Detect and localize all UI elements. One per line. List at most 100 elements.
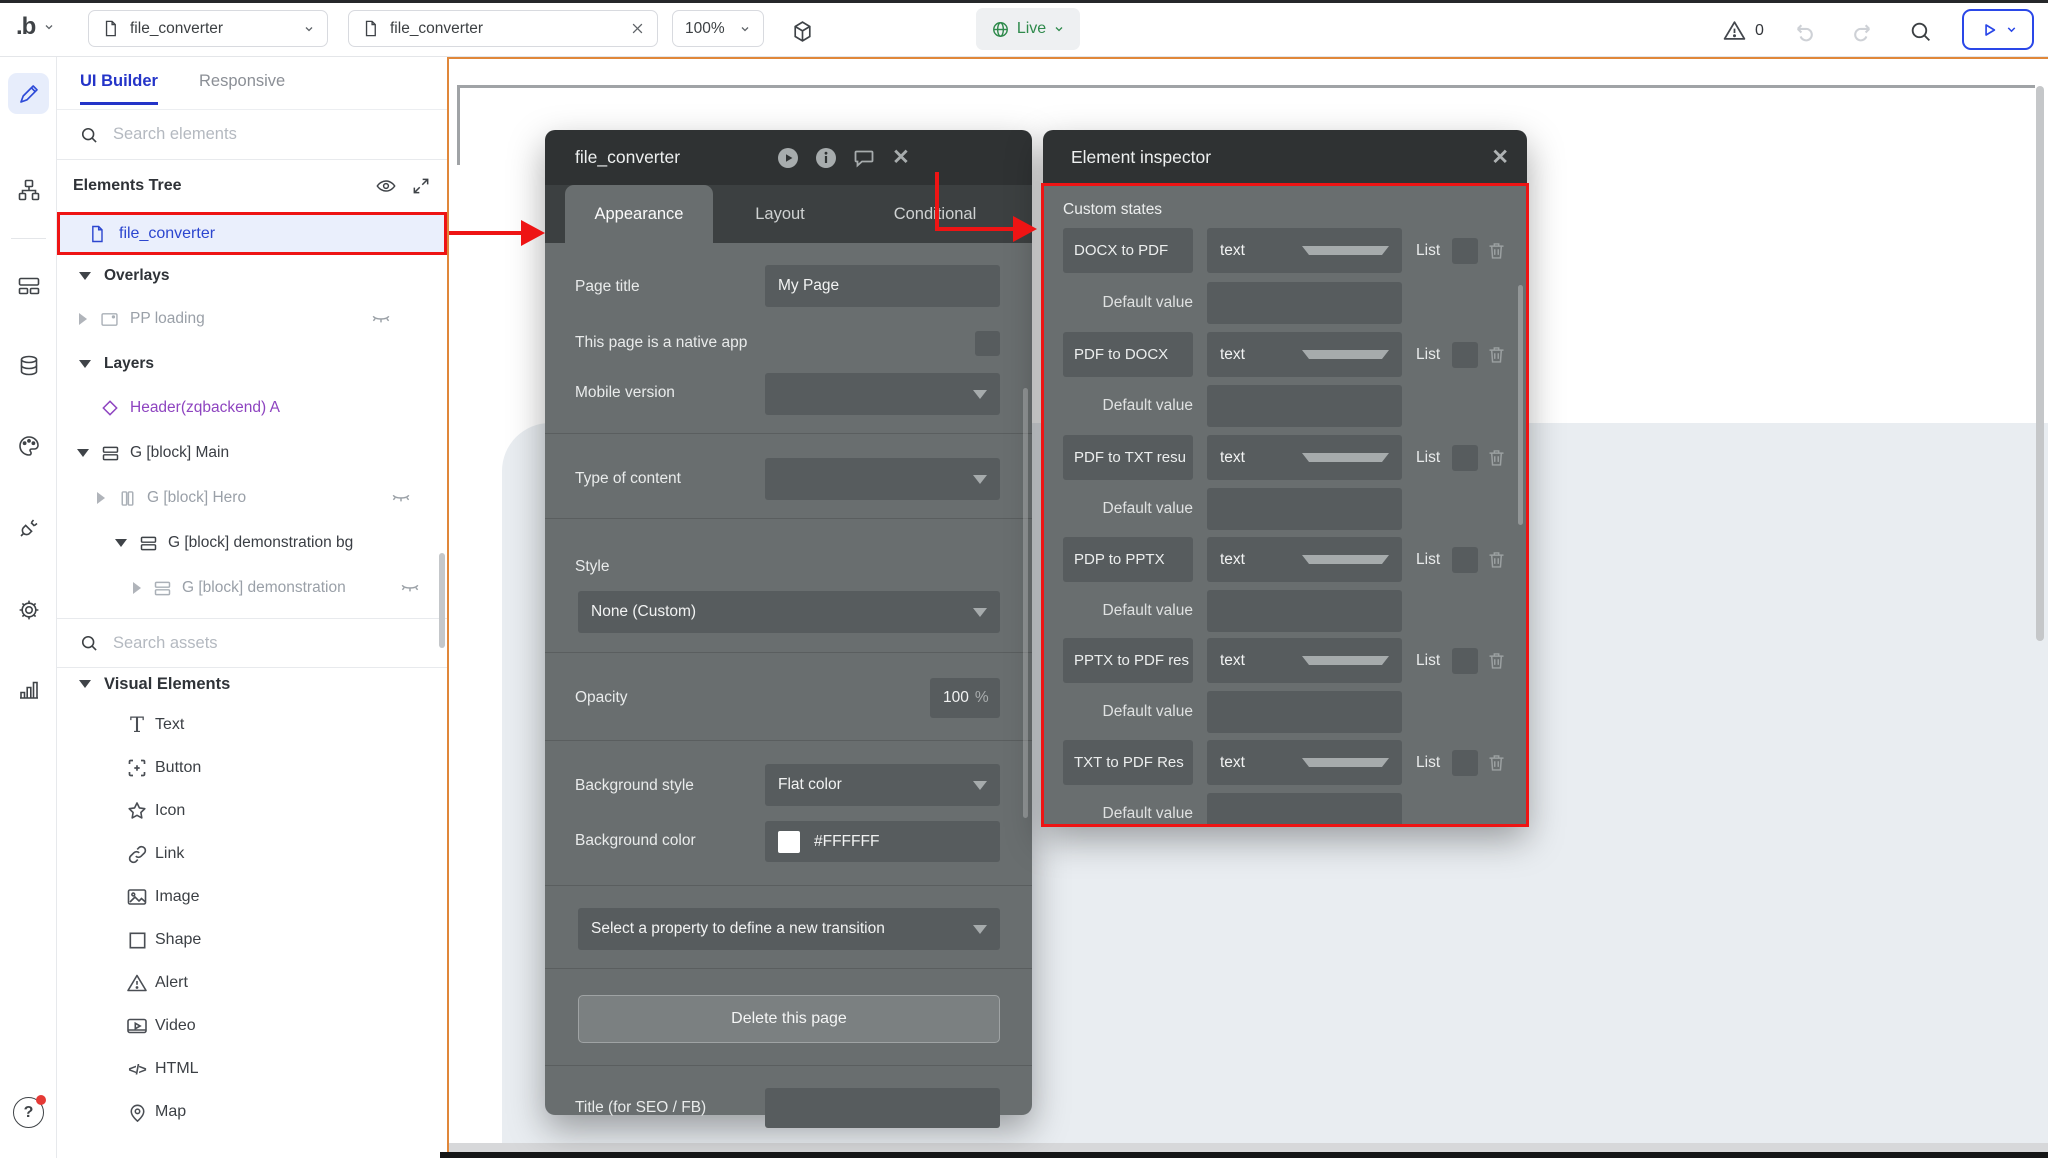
element-inspector-scrollbar[interactable] <box>1518 285 1523 525</box>
trash-icon[interactable] <box>1486 650 1507 671</box>
undo-button[interactable] <box>1792 19 1817 44</box>
mobile-version-select[interactable] <box>765 373 1000 415</box>
tree-item-block-demonstration-bg[interactable]: G [block] demonstration bg <box>115 525 353 561</box>
tab-responsive[interactable]: Responsive <box>199 72 285 91</box>
state-type-select[interactable]: text <box>1207 435 1402 480</box>
default-value-input[interactable] <box>1207 590 1402 632</box>
caret-right-icon[interactable] <box>133 582 141 594</box>
default-value-input[interactable] <box>1207 385 1402 427</box>
logs-tab-button[interactable] <box>8 669 49 710</box>
trash-icon[interactable] <box>1486 549 1507 570</box>
asset-item-shape[interactable]: Shape <box>57 920 447 960</box>
search-button[interactable] <box>1908 19 1933 44</box>
asset-item-video[interactable]: Video <box>57 1006 447 1046</box>
trash-icon[interactable] <box>1486 344 1507 365</box>
background-color-input[interactable]: #FFFFFF <box>765 821 1000 862</box>
plugins-tab-button[interactable] <box>8 507 49 548</box>
page-selector-dropdown[interactable]: file_converter <box>88 10 328 47</box>
list-checkbox[interactable] <box>1452 648 1478 674</box>
list-checkbox[interactable] <box>1452 342 1478 368</box>
property-editor-scrollbar[interactable] <box>1023 388 1028 818</box>
state-name-box[interactable]: TXT to PDF Res <box>1063 740 1193 785</box>
asset-item-button[interactable]: Button <box>57 748 447 788</box>
close-panel-icon[interactable]: ✕ <box>892 147 910 168</box>
eye-icon[interactable] <box>375 175 397 197</box>
asset-item-text[interactable]: T Text <box>57 705 447 745</box>
page-title-input[interactable]: My Page <box>765 265 1000 307</box>
color-swatch[interactable] <box>778 831 800 853</box>
environment-selector[interactable]: Live <box>976 8 1080 50</box>
caret-down-icon[interactable] <box>79 272 91 280</box>
style-select[interactable]: None (Custom) <box>578 591 1000 633</box>
data-tab-button[interactable] <box>8 345 49 386</box>
tree-section-overlays[interactable]: Overlays <box>79 258 170 294</box>
state-type-select[interactable]: text <box>1207 228 1402 273</box>
delete-page-button[interactable]: Delete this page <box>578 995 1000 1043</box>
default-value-input[interactable] <box>1207 282 1402 324</box>
open-page-tab[interactable]: file_converter <box>348 10 658 47</box>
preview-run-button[interactable] <box>1962 9 2034 50</box>
eye-closed-icon[interactable] <box>399 577 421 599</box>
caret-down-icon[interactable] <box>79 360 91 368</box>
tree-item-block-demonstration[interactable]: G [block] demonstration <box>133 570 447 606</box>
native-app-checkbox[interactable] <box>975 331 1000 356</box>
seo-title-input[interactable] <box>765 1088 1000 1128</box>
caret-down-icon[interactable] <box>77 449 89 457</box>
default-value-input[interactable] <box>1207 488 1402 530</box>
element-inspector-button[interactable] <box>814 146 838 170</box>
asset-item-alert[interactable]: Alert <box>57 963 447 1003</box>
tab-ui-builder[interactable]: UI Builder <box>80 72 158 91</box>
close-panel-icon[interactable]: ✕ <box>1491 147 1509 168</box>
eye-closed-icon[interactable] <box>390 487 412 509</box>
backend-tab-button[interactable] <box>8 265 49 306</box>
element-inspector-header[interactable]: Element inspector ✕ <box>1043 130 1527 185</box>
state-type-select[interactable]: text <box>1207 740 1402 785</box>
asset-item-map[interactable]: Map <box>57 1092 447 1132</box>
list-checkbox[interactable] <box>1452 238 1478 264</box>
background-style-select[interactable]: Flat color <box>765 764 1000 806</box>
workflow-tab-button[interactable] <box>8 169 49 210</box>
default-value-input[interactable] <box>1207 793 1402 825</box>
tree-item-block-hero[interactable]: G [block] Hero <box>97 480 447 516</box>
app-logo-menu[interactable]: .b <box>16 13 55 41</box>
comments-button[interactable] <box>852 146 876 170</box>
visual-elements-section[interactable]: Visual Elements <box>79 666 230 702</box>
left-panel-scrollbar[interactable] <box>439 553 445 648</box>
asset-item-link[interactable]: Link <box>57 834 447 874</box>
search-elements-field[interactable]: Search elements <box>57 110 447 160</box>
design-tab-button[interactable] <box>8 73 49 114</box>
expand-tree-icon[interactable] <box>411 176 431 196</box>
trash-icon[interactable] <box>1486 447 1507 468</box>
tree-item-page-file-converter[interactable]: file_converter <box>57 213 447 255</box>
search-assets-field[interactable]: Search assets <box>57 618 447 668</box>
canvas-vertical-scrollbar[interactable] <box>2036 86 2044 641</box>
property-editor-header[interactable]: file_converter ✕ <box>545 130 1032 185</box>
asset-item-icon[interactable]: Icon <box>57 791 447 831</box>
preview-element-button[interactable] <box>776 146 800 170</box>
state-name-box[interactable]: PDF to TXT resu <box>1063 435 1193 480</box>
tree-item-block-main[interactable]: G [block] Main <box>77 435 229 471</box>
state-name-box[interactable]: PPTX to PDF res <box>1063 638 1193 683</box>
list-checkbox[interactable] <box>1452 750 1478 776</box>
trash-icon[interactable] <box>1486 752 1507 773</box>
opacity-input[interactable]: 100% <box>930 678 1000 718</box>
close-tab-icon[interactable] <box>630 21 645 36</box>
tree-item-pp-loading[interactable]: PP loading <box>79 301 447 337</box>
state-name-box[interactable]: PDP to PPTX <box>1063 537 1193 582</box>
default-value-input[interactable] <box>1207 691 1402 733</box>
state-type-select[interactable]: text <box>1207 537 1402 582</box>
tree-section-layers[interactable]: Layers <box>79 346 154 382</box>
caret-down-icon[interactable] <box>79 680 91 688</box>
styles-tab-button[interactable] <box>8 425 49 466</box>
redo-button[interactable] <box>1850 19 1875 44</box>
eye-closed-icon[interactable] <box>370 308 392 330</box>
list-checkbox[interactable] <box>1452 445 1478 471</box>
list-checkbox[interactable] <box>1452 547 1478 573</box>
asset-item-image[interactable]: Image <box>57 877 447 917</box>
settings-tab-button[interactable] <box>8 589 49 630</box>
component-library-button[interactable] <box>790 19 815 44</box>
trash-icon[interactable] <box>1486 240 1507 261</box>
state-name-box[interactable]: DOCX to PDF <box>1063 228 1193 273</box>
zoom-level-dropdown[interactable]: 100% <box>672 10 764 47</box>
state-type-select[interactable]: text <box>1207 332 1402 377</box>
